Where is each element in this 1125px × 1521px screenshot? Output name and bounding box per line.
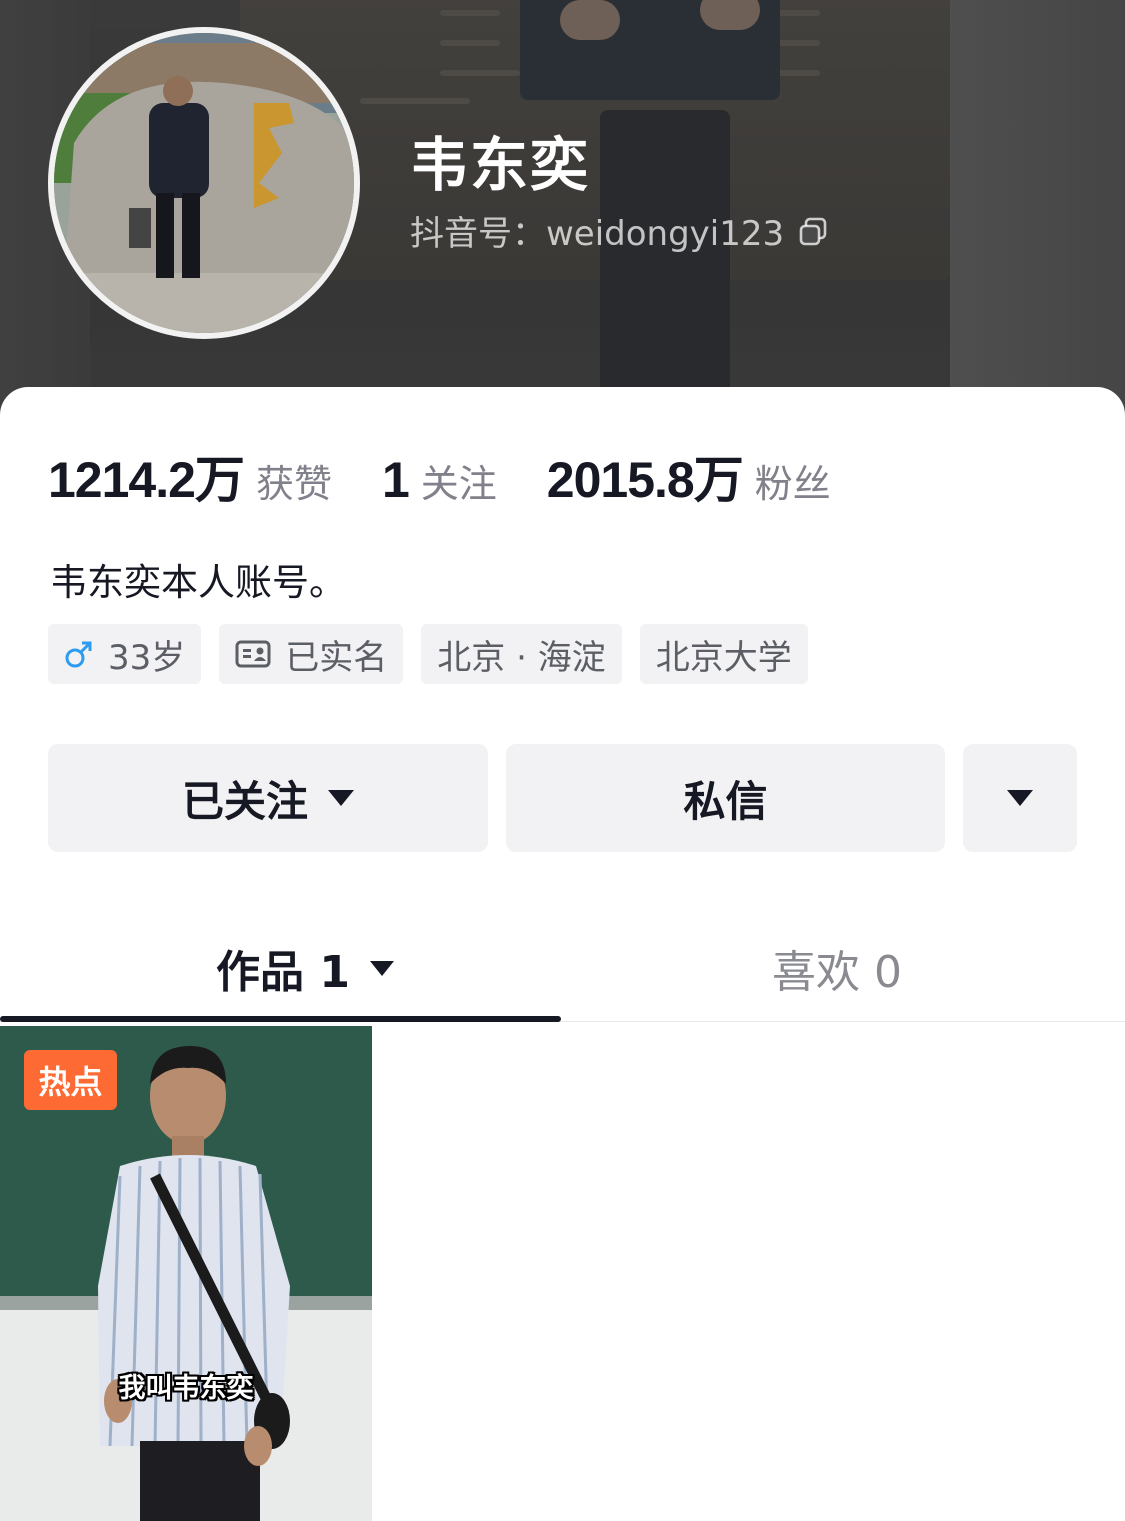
stat-following-count: 1 [381,452,410,508]
tag-location: 北京 · 海淀 [421,624,622,684]
following-button[interactable]: 已关注 [48,744,488,852]
caret-down-icon [1007,790,1033,806]
stat-followers-count: 2015.8万 [546,452,744,508]
avatar[interactable] [48,27,360,339]
caret-down-icon [328,790,354,806]
avatar-photo [54,33,354,333]
tag-age: 33岁 [48,624,202,684]
video-caption: 我叫韦东奕 [118,1373,254,1404]
stat-likes-label: 获赞 [255,462,332,506]
stat-following-label: 关注 [420,462,497,506]
tag-verified: 已实名 [219,624,404,684]
nickname: 韦东奕 [410,131,591,199]
bio: 韦东奕本人账号。 [50,561,346,604]
tab-works[interactable]: 作品 1 [216,936,394,1000]
stat-followers-label: 粉丝 [754,462,831,506]
message-button[interactable]: 私信 [506,744,945,852]
stat-followers[interactable]: 2015.8万 粉丝 [547,440,831,512]
tag-verified-label: 已实名 [285,637,388,678]
caret-down-icon [369,960,394,976]
tag-age-label: 33岁 [108,637,186,678]
douyin-id[interactable]: 抖音号：weidongyi123 [410,206,828,255]
douyin-id-text: 抖音号：weidongyi123 [410,214,785,254]
message-button-label: 私信 [683,776,768,826]
tab-likes[interactable]: 喜欢 0 [772,936,902,1000]
tab-active-indicator [0,1016,561,1022]
tab-likes-label: 喜欢 0 [772,947,902,998]
content-tabs: 作品 1 喜欢 0 [0,910,1125,1022]
following-button-label: 已关注 [181,776,308,826]
id-card-icon [235,639,271,669]
stat-likes[interactable]: 1214.2万 获赞 [48,440,332,512]
video-thumbnail[interactable]: 热点 我叫韦东奕 [0,1026,372,1521]
male-icon [64,639,94,669]
profile-tags: 33岁 已实名 北京 · 海淀 北京大学 [48,624,826,684]
copy-icon[interactable] [798,216,828,246]
tab-works-label: 作品 1 [216,947,350,998]
stat-following[interactable]: 1 关注 [382,451,497,509]
stat-likes-count: 1214.2万 [48,452,245,508]
hot-badge: 热点 [24,1050,117,1110]
more-button[interactable] [963,744,1077,852]
stats-row: 1214.2万 获赞 1 关注 2015.8万 粉丝 [48,440,881,512]
tag-school[interactable]: 北京大学 [639,624,808,684]
